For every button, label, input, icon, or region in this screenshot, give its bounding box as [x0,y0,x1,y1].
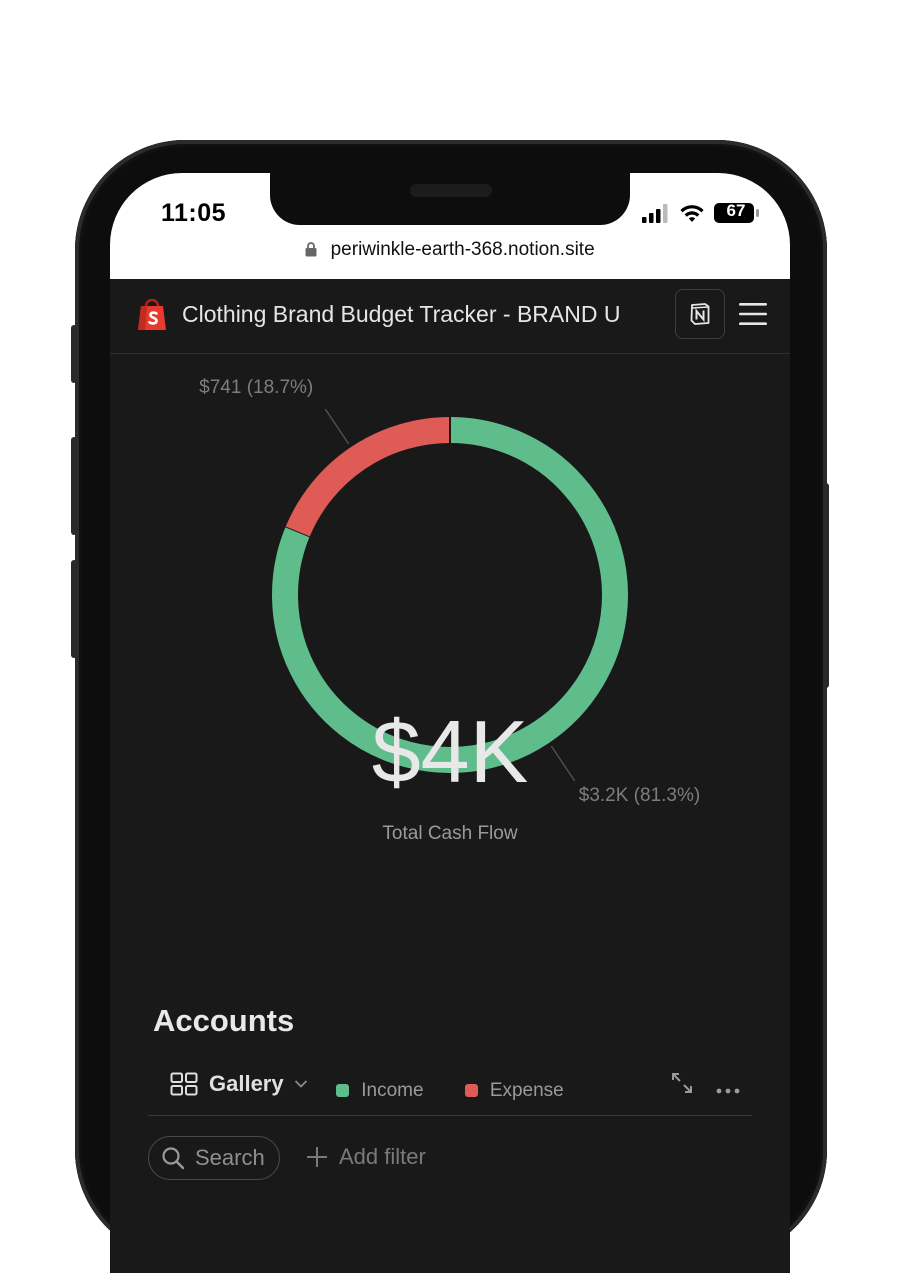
status-icons: 67 [642,201,762,225]
battery-level: 67 [726,201,746,220]
gallery-grid-icon [170,1072,198,1096]
mute-switch [71,325,77,383]
leader-line-income [550,745,576,782]
gallery-view-label: Gallery [209,1071,284,1096]
view-toolbar: Gallery [148,1057,752,1116]
lock-icon [305,241,317,263]
chevron-down-icon [294,1080,307,1088]
data-label-expense: $741 (18.7%) [199,377,313,398]
more-options-icon[interactable] [716,1081,740,1099]
add-filter-button[interactable]: Add filter [306,1144,426,1170]
volume-up-button [71,437,77,535]
accounts-heading: Accounts [153,1003,295,1038]
speaker [410,184,492,197]
shopping-bag-icon [137,297,167,336]
url-text: periwinkle-earth-368.notion.site [330,239,595,260]
notch [270,173,630,225]
status-bar: 11:05 67 periwinkle-earth-368.notion.sit… [110,173,790,279]
address-bar[interactable]: periwinkle-earth-368.notion.site [110,239,790,263]
notion-logo-icon [690,303,710,325]
power-button [823,483,829,688]
search-button[interactable]: Search [148,1136,280,1180]
cash-flow-donut-chart: $741 (18.7%) $3.2K (81.3%) $4K Total Cash… [110,353,790,1101]
data-label-income: $3.2K (81.3%) [579,785,700,806]
page-title: Clothing Brand Budget Tracker - BRAND U [182,301,621,327]
search-icon [162,1147,185,1170]
expand-icon[interactable] [670,1071,694,1100]
wifi-icon [680,205,704,222]
plus-icon [307,1147,327,1167]
app-header: Clothing Brand Budget Tracker - BRAND U [110,279,790,354]
signal-icon [642,204,668,223]
total-cash-flow-label: Total Cash Flow [382,823,518,844]
total-cash-flow-value: $4K [371,702,529,801]
open-in-notion-button[interactable] [675,289,725,339]
donut-chart-svg: $741 (18.7%) $3.2K (81.3%) [199,377,700,806]
search-label: Search [195,1145,265,1170]
status-time: 11:05 [161,199,227,227]
add-filter-label: Add filter [339,1144,426,1169]
gallery-view-selector[interactable]: Gallery [170,1071,308,1097]
phone-screen: 11:05 67 periwinkle-earth-368.notion.sit… [110,173,790,1273]
leader-line-expense [324,408,350,445]
volume-down-button [71,560,77,658]
hamburger-menu-icon[interactable] [738,301,768,332]
donut-slice-expense[interactable] [285,417,451,538]
